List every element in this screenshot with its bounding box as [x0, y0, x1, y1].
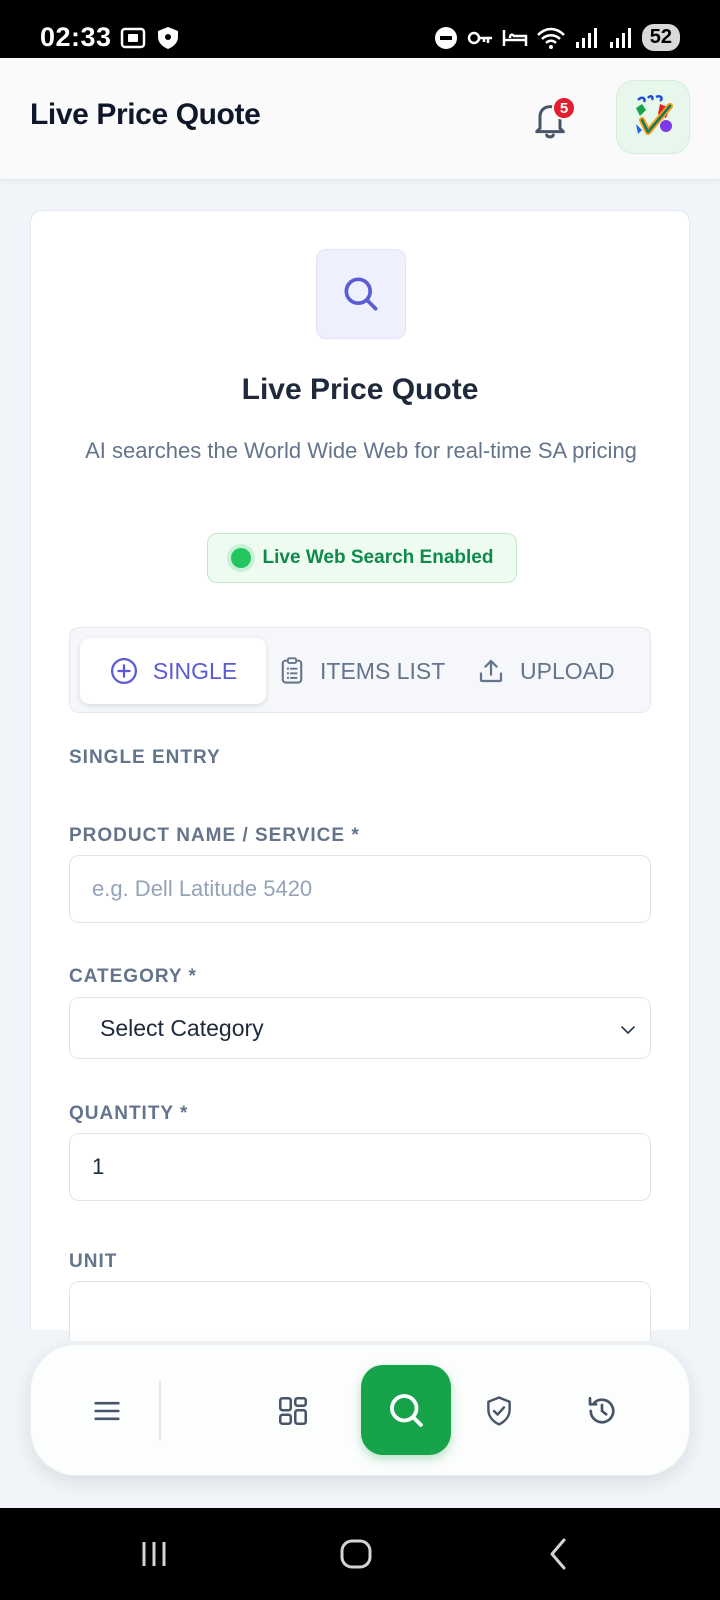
status-bar: 02:33 52: [0, 0, 720, 58]
clipboard-list-icon: [281, 657, 303, 684]
tab-items-list[interactable]: ITEMS LIST: [278, 638, 458, 704]
app-title: Live Price Quote: [30, 98, 261, 131]
category-select[interactable]: Select Category: [69, 997, 651, 1059]
tab-items-list-label: ITEMS LIST: [320, 657, 446, 684]
product-name-input[interactable]: [70, 856, 650, 922]
product-name-label: PRODUCT NAME / SERVICE *: [69, 825, 360, 846]
screenshot-icon: [120, 27, 146, 49]
coat-of-arms-logo-icon: [636, 95, 673, 135]
app-header: Live Price Quote 5: [0, 58, 720, 180]
status-left-icons: [120, 26, 180, 50]
history-icon: [588, 1396, 615, 1424]
nav-history-button[interactable]: [576, 1385, 628, 1437]
notification-count-badge: 5: [552, 96, 576, 120]
unit-label: UNIT: [69, 1251, 118, 1272]
notifications-button[interactable]: 5: [530, 96, 576, 142]
tab-single-label: SINGLE: [152, 657, 238, 684]
signal-icon-2: [609, 27, 631, 48]
bed-icon: [502, 29, 527, 46]
tab-single[interactable]: SINGLE: [80, 638, 266, 704]
shield-check-icon: [487, 1396, 511, 1426]
status-right-icons: 52: [434, 24, 680, 51]
tab-upload-label: UPLOAD: [520, 657, 615, 684]
bottom-navigation: [30, 1344, 690, 1476]
nav-compliance-button[interactable]: [473, 1385, 525, 1437]
card-subtitle: AI searches the World Wide Web for real-…: [85, 438, 637, 463]
recent-apps-icon[interactable]: [136, 1536, 172, 1572]
entry-mode-tabs: SINGLE ITEMS LIST UPLOAD: [69, 627, 651, 713]
vpn-key-icon: [467, 31, 492, 44]
nav-search-button[interactable]: [361, 1365, 451, 1455]
quantity-input[interactable]: [70, 1134, 650, 1200]
nav-menu-button[interactable]: [81, 1385, 133, 1437]
menu-icon: [94, 1401, 120, 1421]
category-selected-value: Select Category: [100, 1015, 264, 1041]
product-name-field: [69, 855, 651, 923]
signal-icon: [575, 27, 597, 48]
live-badge-label: Live Web Search Enabled: [262, 547, 494, 568]
quote-card: Live Price Quote AI searches the World W…: [30, 210, 690, 1341]
back-icon[interactable]: [540, 1536, 576, 1572]
nav-divider: [159, 1381, 161, 1441]
shield-status-icon: [158, 27, 178, 49]
section-title: SINGLE ENTRY: [69, 747, 221, 768]
tab-upload[interactable]: UPLOAD: [476, 638, 626, 704]
search-icon: [344, 277, 378, 311]
quantity-field: [69, 1133, 651, 1201]
grid-icon: [278, 1396, 308, 1426]
status-time: 02:33: [40, 22, 112, 52]
profile-avatar[interactable]: [616, 80, 690, 154]
nav-dashboard-button[interactable]: [267, 1385, 319, 1437]
hero-search-icon-box: [316, 249, 406, 339]
live-indicator-dot: [230, 548, 251, 568]
chevron-down-icon: [621, 1026, 635, 1034]
system-navigation-bar: [0, 1508, 720, 1600]
dnd-icon: [434, 26, 457, 49]
card-title: Live Price Quote: [241, 373, 479, 406]
plus-circle-icon: [110, 658, 137, 684]
upload-icon: [479, 659, 503, 683]
battery-indicator: 52: [641, 24, 680, 51]
search-icon: [390, 1394, 423, 1427]
category-label: CATEGORY *: [69, 966, 197, 987]
quantity-label: QUANTITY *: [69, 1103, 189, 1124]
live-search-badge: Live Web Search Enabled: [207, 533, 517, 583]
home-icon[interactable]: [338, 1536, 374, 1572]
wifi-icon: [536, 27, 565, 49]
unit-field[interactable]: [69, 1281, 651, 1341]
